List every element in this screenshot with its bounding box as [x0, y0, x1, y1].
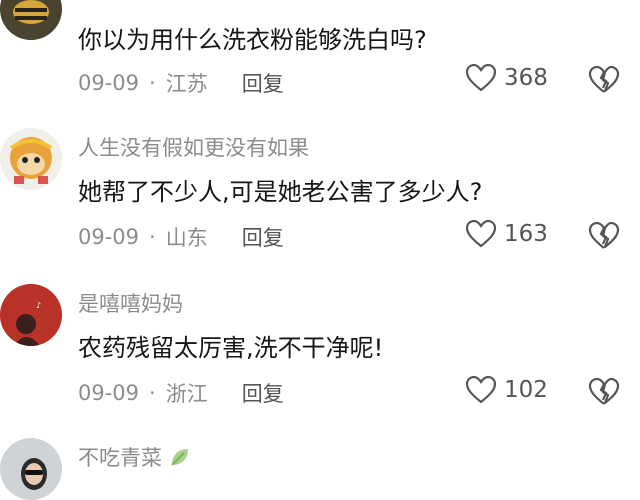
comment-text: 她帮了不少人,可是她老公害了多少人? — [78, 178, 483, 206]
user-avatar[interactable]: ♪ — [0, 284, 62, 346]
dislike-button[interactable] — [588, 221, 620, 254]
separator-dot: · — [149, 71, 156, 95]
reply-button[interactable]: 回复 — [242, 378, 284, 408]
like-button[interactable]: 163 — [466, 220, 548, 248]
reply-button[interactable]: 回复 — [242, 222, 284, 252]
dislike-button[interactable] — [588, 377, 620, 410]
reply-button[interactable]: 回复 — [242, 68, 284, 98]
comment-text: 你以为用什么洗衣粉能够洗白吗? — [78, 26, 427, 54]
comment-date: 09-09 — [78, 71, 140, 95]
comment-location: 山东 — [165, 226, 208, 250]
comment-item: 不吃青菜 — [0, 438, 640, 500]
leaf-badge-icon — [171, 449, 188, 466]
comment-location: 江苏 — [165, 72, 208, 96]
broken-heart-icon — [588, 377, 620, 405]
comment-text: 农药残留太厉害,洗不干净呢! — [78, 334, 384, 362]
heart-icon — [466, 376, 496, 404]
username-text: 不吃青菜 — [78, 446, 162, 470]
user-avatar[interactable] — [0, 0, 62, 40]
user-avatar[interactable] — [0, 438, 62, 500]
separator-dot: · — [149, 225, 156, 249]
comment-username[interactable]: 是嘻嘻妈妈 — [78, 288, 183, 318]
dislike-button[interactable] — [588, 65, 620, 98]
comment-location: 浙江 — [165, 382, 208, 406]
like-count: 102 — [504, 377, 548, 403]
like-button[interactable]: 102 — [466, 376, 548, 404]
like-button[interactable]: 368 — [466, 64, 548, 92]
like-count: 368 — [504, 65, 548, 91]
like-count: 163 — [504, 221, 548, 247]
comment-date: 09-09 — [78, 381, 140, 405]
comment-meta: 09-09 · 山东 回复 — [78, 222, 284, 252]
comment-date: 09-09 — [78, 225, 140, 249]
broken-heart-icon — [588, 221, 620, 249]
comment-meta: 09-09 · 浙江 回复 — [78, 378, 284, 408]
heart-icon — [466, 220, 496, 248]
comment-item: ♪ 是嘻嘻妈妈 农药残留太厉害,洗不干净呢! 09-09 · 浙江 回复 102 — [0, 284, 640, 424]
user-avatar[interactable] — [0, 128, 62, 190]
comment-username[interactable]: 人生没有假如更没有如果 — [78, 132, 309, 162]
comment-item: 你以为用什么洗衣粉能够洗白吗? 09-09 · 江苏 回复 368 — [0, 0, 640, 110]
svg-text:♪: ♪ — [36, 301, 41, 310]
comment-username[interactable]: 不吃青菜 — [78, 442, 192, 472]
comment-meta: 09-09 · 江苏 回复 — [78, 68, 284, 98]
broken-heart-icon — [588, 65, 620, 93]
comment-item: 人生没有假如更没有如果 她帮了不少人,可是她老公害了多少人? 09-09 · 山… — [0, 128, 640, 268]
heart-icon — [466, 64, 496, 92]
separator-dot: · — [149, 381, 156, 405]
